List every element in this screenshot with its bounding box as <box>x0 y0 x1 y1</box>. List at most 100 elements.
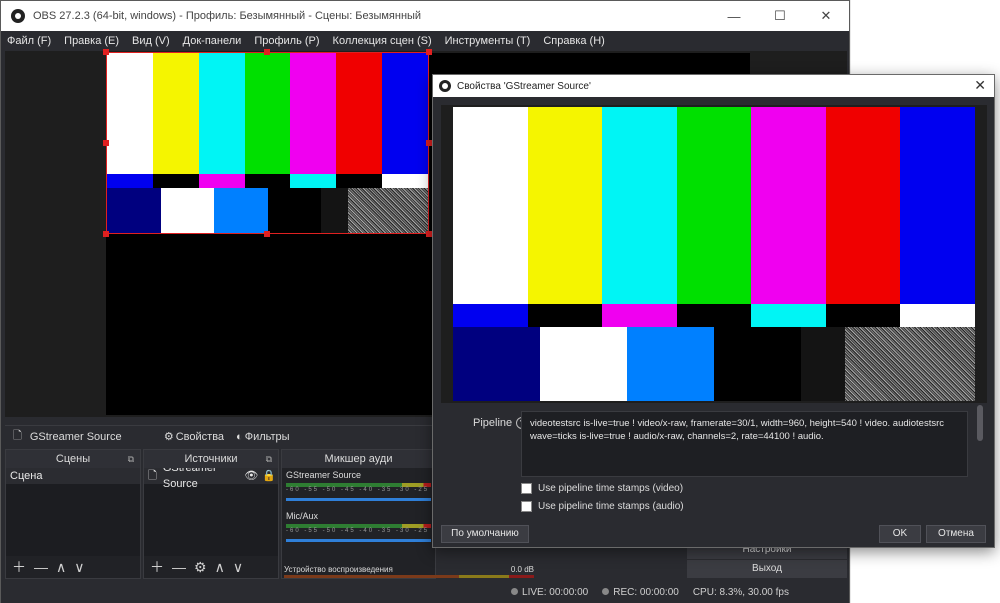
live-status: LIVE: 00:00:00 <box>511 587 588 598</box>
resize-handle[interactable] <box>103 49 109 55</box>
move-down-icon[interactable]: ∨ <box>74 559 84 576</box>
color-bar <box>676 303 752 328</box>
maximize-button[interactable]: ☐ <box>757 1 803 31</box>
properties-button[interactable]: Свойства <box>176 431 224 443</box>
menu-profile[interactable]: Профиль (P) <box>254 35 319 47</box>
eye-icon[interactable]: 👁 <box>244 468 258 484</box>
volume-meter <box>284 575 534 578</box>
window-title: OBS 27.2.3 (64-bit, windows) - Профиль: … <box>33 10 422 22</box>
menu-edit[interactable]: Правка (E) <box>64 35 119 47</box>
channel-db: 0.0 dB <box>510 565 534 574</box>
undock-icon[interactable]: ⧉ <box>266 450 272 468</box>
color-bar <box>900 303 976 328</box>
color-bar <box>527 303 603 328</box>
close-icon[interactable]: ✕ <box>974 77 986 94</box>
resize-handle[interactable] <box>103 140 109 146</box>
cancel-button[interactable]: Отмена <box>926 525 986 543</box>
cpu-status: CPU: 8.3%, 30.00 fps <box>692 586 789 598</box>
scenes-header: Сцены <box>55 453 91 465</box>
resize-handle[interactable] <box>103 231 109 237</box>
remove-icon[interactable]: — <box>172 559 186 575</box>
volume-slider[interactable] <box>286 539 431 542</box>
filters-button[interactable]: Фильтры <box>245 431 290 443</box>
color-bar <box>676 107 752 304</box>
exit-button[interactable]: Выход <box>687 560 847 578</box>
dialog-title-bar: Свойства 'GStreamer Source' ✕ <box>433 75 994 97</box>
dialog-title: Свойства 'GStreamer Source' <box>457 80 591 92</box>
checkbox-audio-timestamps[interactable]: Use pipeline time stamps (audio) <box>521 501 684 512</box>
color-bar <box>825 107 901 304</box>
resize-handle[interactable] <box>264 49 270 55</box>
resize-handle[interactable] <box>264 231 270 237</box>
source-item[interactable]: 🗋 GStreamer Source 👁 🔒 <box>144 462 278 490</box>
channel-name: Устройство воспроизведения <box>284 565 393 574</box>
channel-name: GStreamer Source <box>286 470 362 480</box>
menu-tools[interactable]: Инструменты (T) <box>445 35 531 47</box>
file-icon: 🗋 <box>148 470 157 482</box>
move-up-icon[interactable]: ∧ <box>215 559 225 576</box>
selection-box[interactable] <box>106 52 429 234</box>
add-icon[interactable]: ＋ <box>12 557 26 577</box>
move-down-icon[interactable]: ∨ <box>233 559 243 576</box>
obs-logo-icon <box>11 9 25 23</box>
color-bar <box>602 107 677 304</box>
bars-bottom-row <box>453 327 975 401</box>
menu-bar: Файл (F) Правка (E) Вид (V) Док-панели П… <box>1 31 849 51</box>
gear-icon[interactable]: ⚙ <box>194 559 207 576</box>
color-bar <box>801 327 845 401</box>
volume-slider[interactable] <box>286 498 431 501</box>
close-button[interactable]: ✕ <box>803 1 849 31</box>
mixer-header: Микшер ауди <box>324 453 393 465</box>
obs-logo-icon <box>439 80 451 92</box>
pipeline-field[interactable]: videotestsrc is-live=true ! video/x-raw,… <box>521 411 968 477</box>
record-icon <box>602 587 610 595</box>
remove-icon[interactable]: — <box>34 559 48 575</box>
filters-icon[interactable]: ◐ <box>236 431 243 443</box>
meter-scale: -60 -55 -50 -45 -40 -35 -30 -25 <box>286 528 430 534</box>
mixer-channel: Mic/Aux -60 -55 -50 -45 -40 -35 -30 -25 <box>282 509 435 544</box>
scrollbar[interactable] <box>977 405 983 441</box>
add-icon[interactable]: ＋ <box>150 557 164 577</box>
color-bar <box>540 327 627 401</box>
scenes-panel: Сцены ⧉ Сцена ＋ — ∧ ∨ <box>5 449 141 579</box>
properties-dialog: Свойства 'GStreamer Source' ✕ Pipeline? … <box>432 74 995 548</box>
color-bar <box>527 107 603 304</box>
file-icon: 🗋 <box>13 430 22 442</box>
color-bar <box>602 303 677 328</box>
meter-scale: -60 -55 -50 -45 -40 -35 -30 -25 <box>286 487 430 493</box>
checkbox-video-timestamps[interactable]: Use pipeline time stamps (video) <box>521 483 683 494</box>
menu-help[interactable]: Справка (H) <box>543 35 604 47</box>
color-bar <box>900 107 976 304</box>
color-bar <box>627 327 714 401</box>
checkbox[interactable] <box>521 501 532 512</box>
defaults-button[interactable]: По умолчанию <box>441 525 529 543</box>
color-bar <box>825 303 901 328</box>
color-bars-preview <box>453 107 976 401</box>
color-bar <box>453 327 540 401</box>
mixer-channel: Устройство воспроизведения 0.0 dB <box>284 565 534 574</box>
menu-scene-collection[interactable]: Коллекция сцен (S) <box>333 35 432 47</box>
status-bar: LIVE: 00:00:00 REC: 00:00:00 CPU: 8.3%, … <box>1 581 849 603</box>
minimize-button[interactable]: — <box>711 1 757 31</box>
rec-status: REC: 00:00:00 <box>602 587 679 598</box>
checkbox-label: Use pipeline time stamps (video) <box>538 483 684 494</box>
color-bar <box>714 327 801 401</box>
move-up-icon[interactable]: ∧ <box>56 559 66 576</box>
title-bar: OBS 27.2.3 (64-bit, windows) - Профиль: … <box>1 1 849 31</box>
menu-docks[interactable]: Док-панели <box>183 35 242 47</box>
undock-icon[interactable]: ⧉ <box>128 450 134 468</box>
resize-handle[interactable] <box>426 49 432 55</box>
lock-icon[interactable]: 🔒 <box>262 468 276 484</box>
ok-button[interactable]: OK <box>879 525 921 543</box>
menu-view[interactable]: Вид (V) <box>132 35 170 47</box>
color-bar <box>751 303 826 328</box>
checkbox[interactable] <box>521 483 532 494</box>
gear-icon[interactable]: ⚙ <box>164 430 174 443</box>
selected-source-name: GStreamer Source <box>29 430 122 443</box>
menu-file[interactable]: Файл (F) <box>7 35 51 47</box>
mixer-channel: GStreamer Source -60 -55 -50 -45 -40 -35… <box>282 468 435 503</box>
channel-name: Mic/Aux <box>286 511 319 521</box>
scene-item[interactable]: Сцена <box>6 468 140 484</box>
bars-middle-row <box>453 303 976 328</box>
color-bar <box>453 303 528 328</box>
